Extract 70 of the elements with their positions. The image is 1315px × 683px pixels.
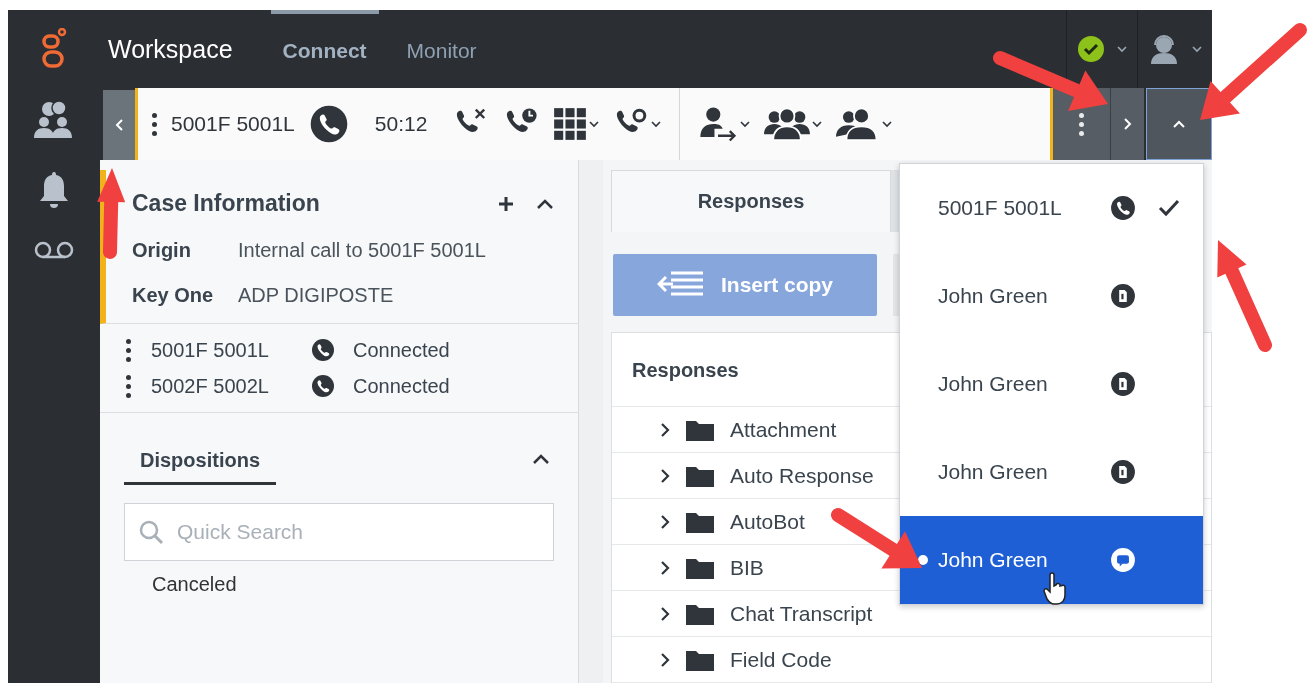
caret-icon: [651, 120, 662, 128]
more-icon[interactable]: [126, 374, 131, 398]
search-field[interactable]: Quick Search: [124, 503, 554, 561]
phone-icon: [308, 104, 349, 144]
folder-item[interactable]: Field Code: [612, 637, 1211, 683]
folder-icon: [686, 602, 714, 625]
status-check-icon[interactable]: [1077, 35, 1105, 63]
more-icon[interactable]: [1079, 112, 1084, 136]
chevron-left-icon: [114, 118, 124, 132]
keypad-icon[interactable]: [553, 107, 588, 141]
caret-icon: [882, 120, 893, 128]
chat-icon: [1110, 547, 1136, 573]
sms-icon: [1110, 371, 1136, 397]
phone-icon: [1110, 195, 1136, 221]
call-timer: 50:12: [374, 112, 428, 136]
chevron-right-icon: [660, 513, 670, 530]
menu-item[interactable]: John Green: [900, 340, 1203, 428]
caret-icon: [812, 120, 823, 128]
chevron-right-icon: [660, 559, 670, 576]
phone-icon: [311, 374, 335, 398]
section-title: Case Information: [132, 190, 321, 217]
folder-icon: [686, 556, 714, 579]
field-value: ADP DIGIPOSTE: [238, 284, 394, 307]
menu-item[interactable]: John Green: [900, 252, 1203, 340]
chevron-right-icon: [660, 605, 670, 622]
sms-icon: [1110, 459, 1136, 485]
party-status: Connected: [353, 374, 450, 398]
menu-item[interactable]: John Green: [900, 516, 1203, 604]
chevron-right-icon: [660, 651, 670, 668]
group-icon[interactable]: [764, 106, 811, 142]
party-name: 5001F 5001L: [151, 338, 270, 362]
responses-tab[interactable]: Responses: [611, 170, 891, 232]
field-label: Key One: [132, 284, 215, 307]
chevron-up-icon: [532, 453, 550, 465]
field-label: Origin: [132, 239, 192, 262]
folder-icon: [686, 510, 714, 533]
team-chat-icon[interactable]: [34, 100, 74, 140]
chevron-right-icon: [1122, 117, 1133, 131]
party-status: Connected: [353, 338, 450, 362]
folder-icon: [686, 464, 714, 487]
dispositions-tab[interactable]: Dispositions: [124, 449, 276, 485]
menu-item[interactable]: John Green: [900, 428, 1203, 516]
folder-icon: [686, 648, 714, 671]
party-name: 5002F 5002L: [151, 374, 270, 398]
bell-icon[interactable]: [37, 170, 71, 210]
folder-icon: [686, 418, 714, 441]
app-title: Workspace: [108, 34, 233, 64]
caret-icon: [740, 120, 751, 128]
chevron-up-icon: [1172, 119, 1186, 129]
list-item[interactable]: Canceled: [124, 561, 554, 596]
menu-item[interactable]: 5001F 5001L: [900, 164, 1203, 252]
chevron-right-icon: [660, 421, 670, 438]
chevron-up-icon: [536, 197, 554, 210]
collapse-up-button[interactable]: [1146, 88, 1212, 160]
sms-icon: [1110, 283, 1136, 309]
caret-icon: [589, 120, 600, 128]
transfer-user-icon[interactable]: [698, 106, 739, 142]
nav-tab[interactable]: Monitor: [394, 10, 489, 88]
party-name: 5001F 5001L: [171, 112, 295, 136]
logo-icon: [41, 28, 67, 70]
phone-icon: [311, 338, 335, 362]
chevron-right-icon: [660, 467, 670, 484]
plus-icon: [498, 195, 514, 212]
more-icon[interactable]: [152, 112, 157, 136]
field-value: Internal call to 5001F 5001L: [238, 239, 486, 262]
voicemail-icon[interactable]: [34, 240, 74, 260]
caret-icon: [1192, 45, 1202, 53]
caret-icon: [1117, 45, 1127, 53]
more-icon[interactable]: [126, 338, 131, 362]
agent-icon[interactable]: [1148, 33, 1180, 65]
